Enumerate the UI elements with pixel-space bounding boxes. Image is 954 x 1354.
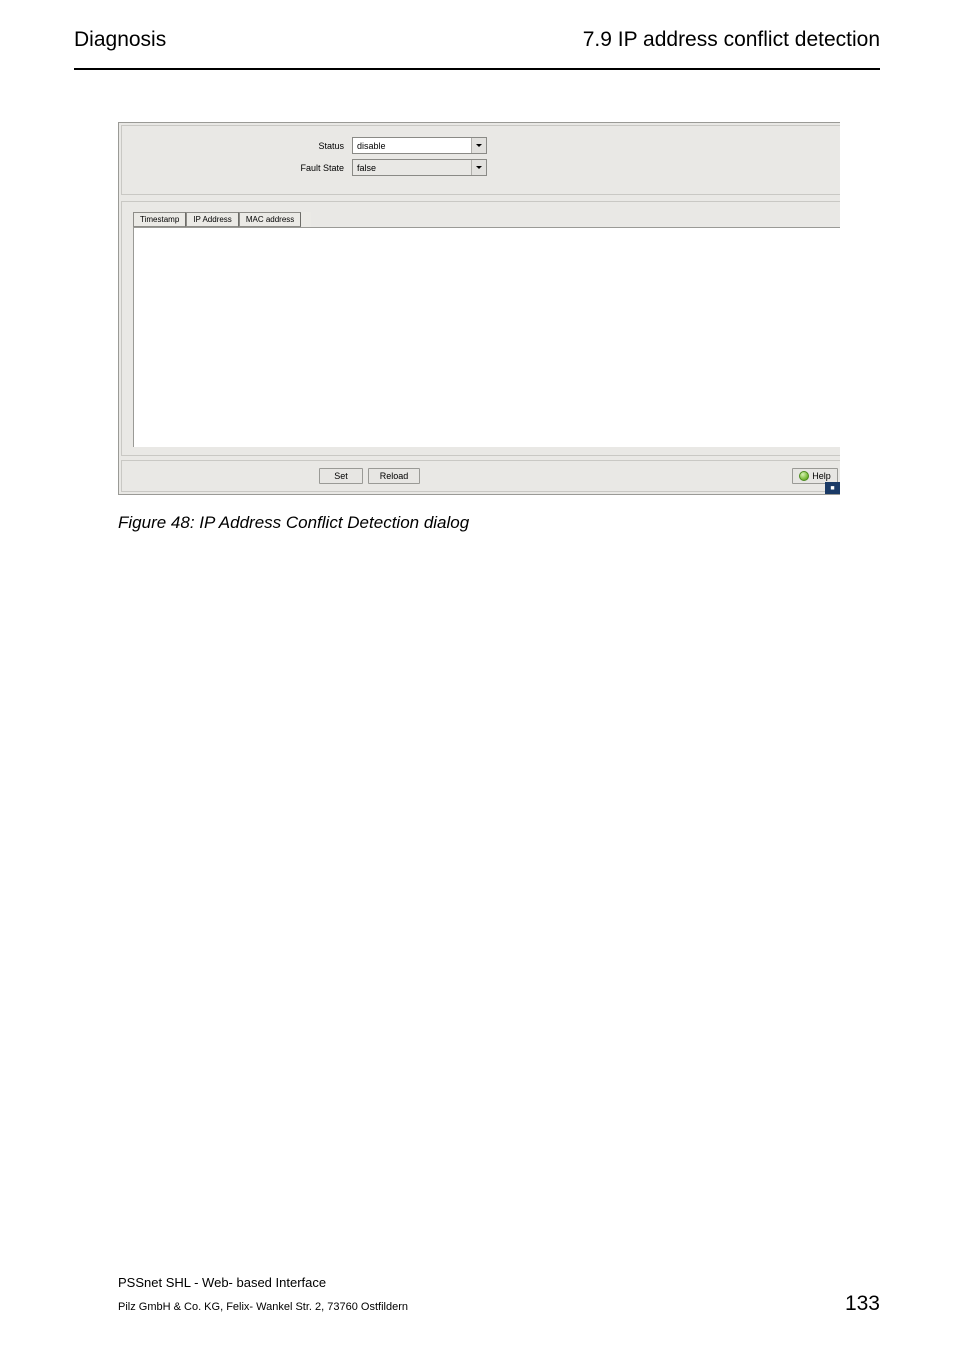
help-label: Help: [812, 471, 831, 481]
fault-state-label: Fault State: [122, 163, 344, 173]
fault-state-dropdown-btn: [471, 160, 486, 175]
footer-row: Pilz GmbH & Co. KG, Felix- Wankel Str. 2…: [118, 1292, 880, 1316]
footer-title: PSSnet SHL - Web- based Interface: [118, 1275, 880, 1290]
reload-label: Reload: [380, 471, 409, 481]
chevron-down-icon: [476, 166, 482, 169]
header-left: Diagnosis: [74, 28, 166, 52]
help-icon: [799, 471, 809, 481]
col-ip-address[interactable]: IP Address: [186, 212, 239, 227]
status-dropdown-btn[interactable]: [471, 138, 486, 153]
header-right: 7.9 IP address conflict detection: [583, 28, 880, 52]
set-label: Set: [334, 471, 348, 481]
chevron-down-icon: [476, 144, 482, 147]
top-panel: Status disable Fault State false: [121, 125, 840, 195]
col-timestamp[interactable]: Timestamp: [133, 212, 186, 227]
main-panel: Timestamp IP Address MAC address: [121, 201, 840, 456]
status-row: Status disable: [122, 137, 487, 154]
footer-address: Pilz GmbH & Co. KG, Felix- Wankel Str. 2…: [118, 1301, 408, 1313]
corner-indicator: ■: [825, 482, 840, 494]
bottom-bar: Set Reload Help: [121, 460, 840, 492]
header-rule: [74, 68, 880, 70]
set-button[interactable]: Set: [319, 468, 363, 484]
status-select[interactable]: disable: [352, 137, 487, 154]
fault-state-row: Fault State false: [122, 159, 487, 176]
page-footer: PSSnet SHL - Web- based Interface Pilz G…: [118, 1275, 880, 1316]
status-value: disable: [357, 141, 386, 151]
dialog-screenshot: Status disable Fault State false Timesta…: [118, 122, 840, 495]
reload-button[interactable]: Reload: [368, 468, 420, 484]
status-label: Status: [122, 141, 344, 151]
fault-state-select: false: [352, 159, 487, 176]
col-mac-address[interactable]: MAC address: [239, 212, 301, 227]
page-header: Diagnosis 7.9 IP address conflict detect…: [0, 0, 954, 62]
table-body: [133, 227, 840, 447]
fault-state-value: false: [357, 163, 376, 173]
figure-caption: Figure 48: IP Address Conflict Detection…: [118, 513, 954, 533]
page-number: 133: [845, 1292, 880, 1316]
table-header: Timestamp IP Address MAC address: [133, 212, 311, 227]
